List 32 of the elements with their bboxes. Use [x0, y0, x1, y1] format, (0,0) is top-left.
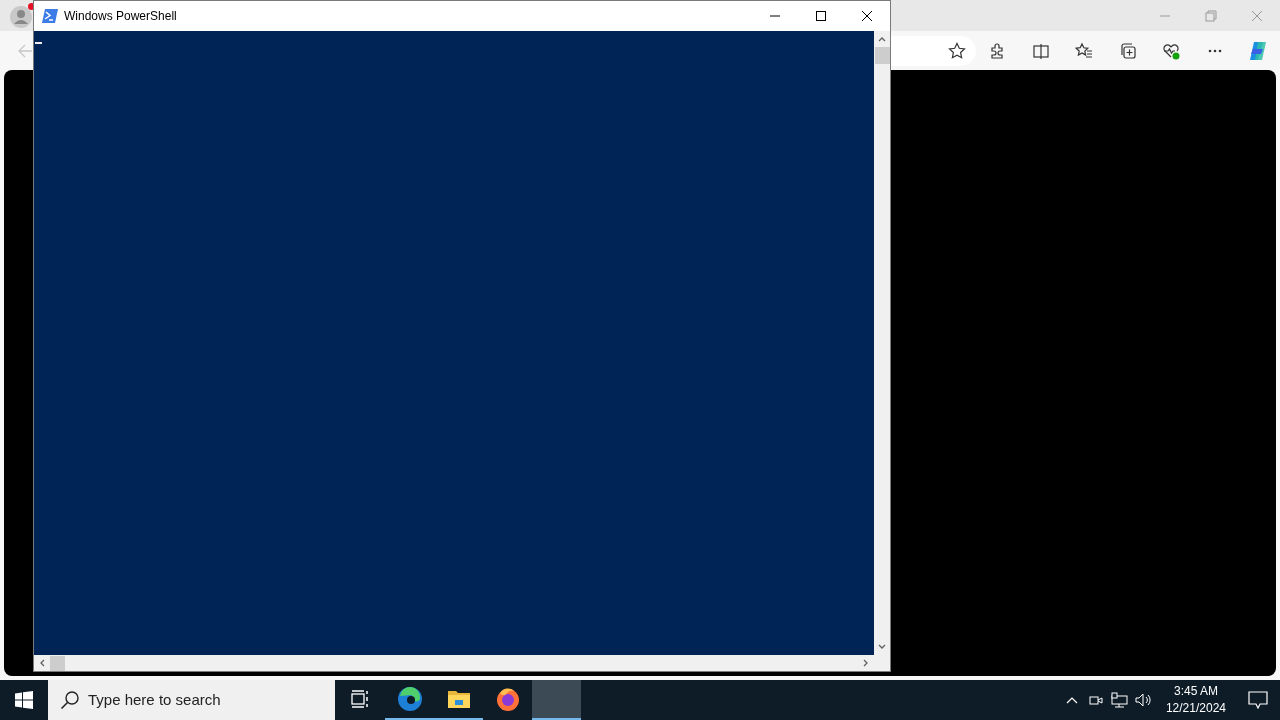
close-icon [861, 10, 873, 22]
chevron-up-icon [878, 36, 886, 42]
windows-logo-icon [15, 691, 33, 709]
close-icon [1251, 9, 1263, 22]
collections-icon [1118, 41, 1137, 60]
clock-time: 3:45 AM [1173, 683, 1218, 700]
favorite-star-icon[interactable] [947, 41, 966, 60]
scrollbar-thumb[interactable] [874, 47, 890, 64]
browser-logo [396, 686, 423, 712]
favorites-star-icon [1075, 41, 1094, 60]
back-arrow-icon [16, 42, 33, 59]
search-icon [60, 690, 80, 710]
folder-icon [446, 689, 471, 709]
window-title: Windows PowerShell [64, 8, 177, 25]
maximize-icon [815, 10, 827, 22]
chevron-left-icon [39, 659, 45, 667]
fox-logo [494, 686, 521, 712]
scrollbar-thumb[interactable] [50, 655, 65, 671]
chevron-down-icon [878, 644, 886, 650]
address-bar[interactable] [890, 35, 976, 66]
split-screen-icon [1031, 41, 1050, 60]
restore-icon [1205, 9, 1217, 22]
search-field[interactable]: Type here to search [48, 680, 335, 720]
powershell-icon [42, 9, 58, 23]
more-icon [1207, 48, 1222, 53]
speech-bubble-icon [1248, 691, 1268, 709]
heart-pulse-icon [1162, 41, 1181, 60]
task-view-icon [350, 690, 371, 708]
clock[interactable]: 3:45 AM 12/21/2024 [1155, 683, 1236, 717]
taskbar-app-button[interactable] [532, 680, 581, 720]
chevron-right-icon [863, 659, 869, 667]
clock-date: 12/21/2024 [1165, 700, 1226, 717]
